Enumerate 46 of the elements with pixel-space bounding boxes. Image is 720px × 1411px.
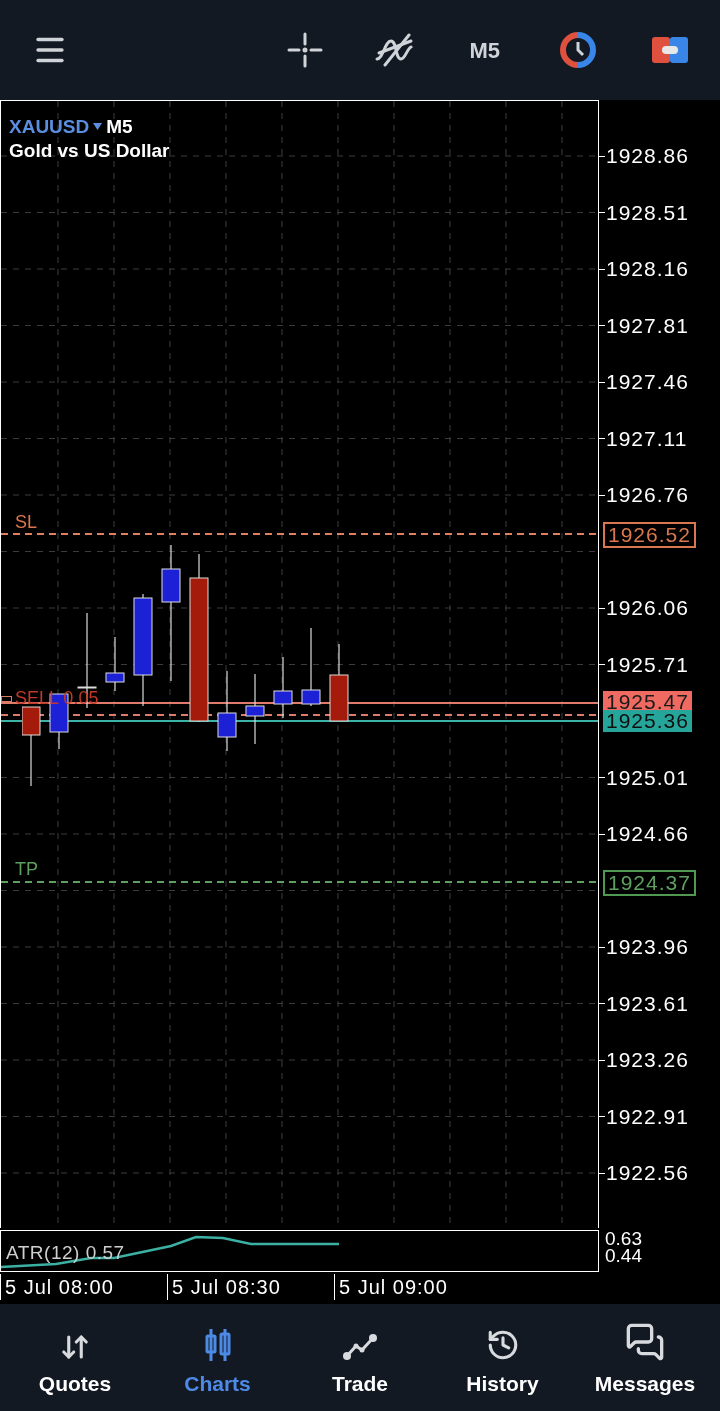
price-tick-label: 1922.91 <box>606 1103 689 1130</box>
candle <box>245 673 265 745</box>
price-tick-label: 1927.11 <box>606 425 688 452</box>
time-label: 5 Jul 09:00 <box>334 1274 501 1300</box>
time-label: 5 Jul 08:00 <box>0 1274 167 1300</box>
trade-toggle-button[interactable] <box>652 35 688 65</box>
price-tick-label: 1923.26 <box>606 1047 689 1073</box>
symbol-description: Gold vs US Dollar <box>9 138 170 163</box>
price-tick-label: 1927.81 <box>606 312 689 339</box>
indicator-tick-label: 0.44 <box>605 1247 642 1264</box>
timeframe-button[interactable]: M5 <box>469 33 500 67</box>
price-tick-label: 1928.51 <box>606 199 689 226</box>
dropdown-caret-icon <box>93 123 103 131</box>
price-tick-label: 1926.06 <box>606 595 689 621</box>
price-tick-label: 1923.61 <box>606 990 689 1017</box>
sl-label: SL <box>15 511 38 534</box>
position-price-tag: 1925.47 <box>603 691 692 713</box>
price-tick-label: 1925.01 <box>606 764 689 791</box>
nav-tab[interactable]: Quotes <box>10 1317 140 1399</box>
price-tick-label: 1928.86 <box>606 143 689 169</box>
price-tick-label: 1923.96 <box>606 934 689 960</box>
price-tick-label: 1922.56 <box>606 1160 689 1186</box>
sl-price-tag: 1926.52 <box>603 522 696 548</box>
tp-label: TP <box>15 858 38 881</box>
symbol-name[interactable]: XAUUSD <box>9 115 90 139</box>
nav-tab[interactable]: Messages <box>580 1317 710 1399</box>
bid-price-tag: 1925.36 <box>603 710 692 732</box>
messages-icon <box>625 1321 665 1362</box>
candle <box>105 636 125 692</box>
candle <box>273 656 293 719</box>
crosshair-button[interactable] <box>287 32 324 68</box>
price-tick-label: 1925.71 <box>606 651 689 678</box>
nav-tab[interactable]: Trade <box>295 1317 425 1399</box>
nav-tab[interactable]: History <box>437 1317 568 1399</box>
price-tick-label: 1927.46 <box>606 369 689 395</box>
tp-price-tag: 1924.37 <box>603 870 696 896</box>
price-tick-label: 1924.66 <box>606 821 689 847</box>
line-chart-icon <box>342 1331 378 1362</box>
price-tick-label: 1928.16 <box>606 256 689 282</box>
clock-button[interactable] <box>560 32 596 68</box>
nav-tab[interactable]: Charts <box>152 1317 283 1399</box>
indicator-tick-label: 0.63 <box>605 1230 642 1247</box>
indicators-button[interactable] <box>375 33 414 67</box>
price-tick-label: 1926.76 <box>606 482 689 508</box>
chart-timeframe: M5 <box>106 115 133 139</box>
time-label: 5 Jul 08:30 <box>167 1274 334 1300</box>
